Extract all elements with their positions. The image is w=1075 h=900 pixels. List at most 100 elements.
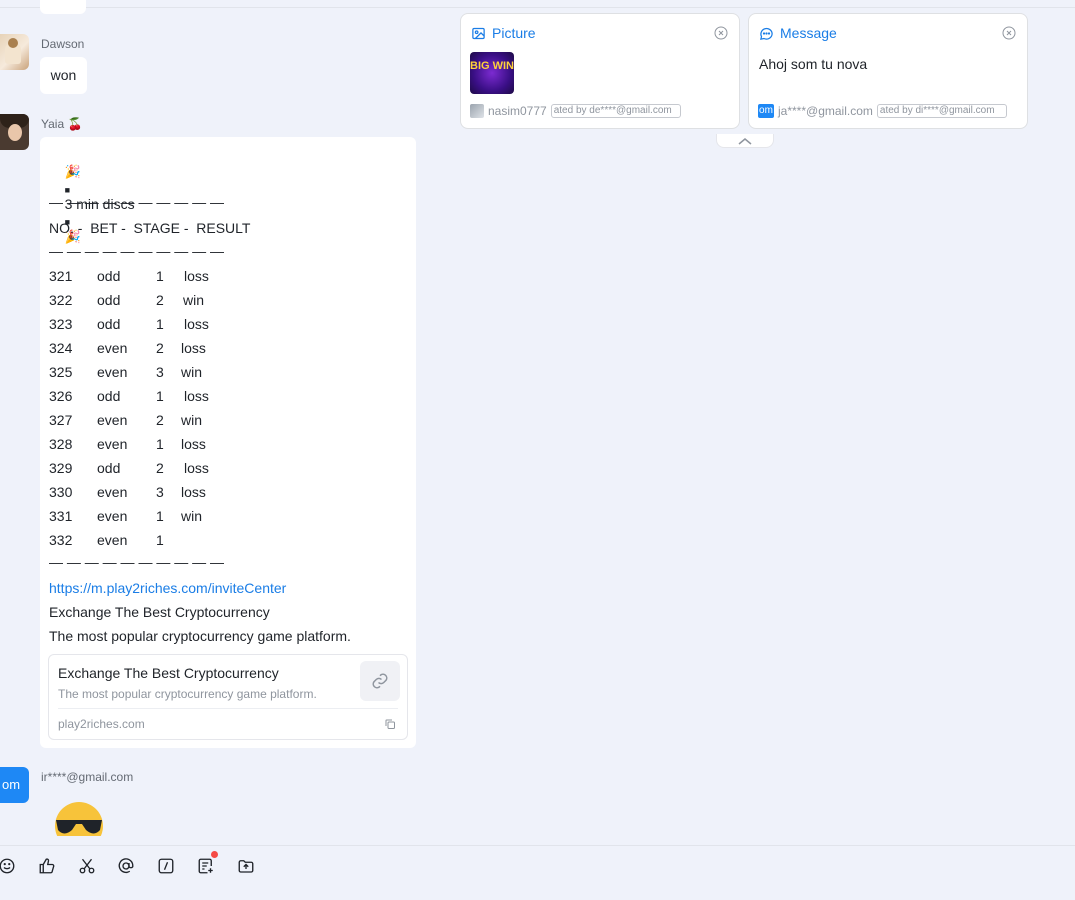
table-cell-no: 330 xyxy=(49,484,73,500)
message-text: Exchange The Best Cryptocurrency xyxy=(49,604,270,620)
upload-icon[interactable] xyxy=(236,856,256,876)
toolbar-divider xyxy=(0,845,1075,846)
sunglasses-emoji-icon xyxy=(50,800,108,836)
table-cell-bet: odd xyxy=(97,388,121,404)
link-preview-card[interactable]: Exchange The Best Cryptocurrency The mos… xyxy=(48,654,408,740)
table-cell-result: win xyxy=(183,292,205,308)
close-icon[interactable] xyxy=(713,25,729,46)
avatar[interactable] xyxy=(0,114,29,150)
message-text: won xyxy=(50,67,77,83)
link-preview-desc: The most popular cryptocurrency game pla… xyxy=(58,687,317,701)
table-header: NO. - BET - STAGE - RESULT xyxy=(49,220,251,236)
link-preview-domain: play2riches.com xyxy=(58,717,145,731)
table-cell-bet: even xyxy=(97,340,128,356)
notification-dot xyxy=(211,851,218,858)
table-cell-stage: 1 xyxy=(156,268,164,284)
table-cell-no: 321 xyxy=(49,268,73,284)
message-text: The most popular cryptocurrency game pla… xyxy=(49,628,351,644)
table-cell-no: 331 xyxy=(49,508,73,524)
avatar[interactable]: om xyxy=(0,767,29,803)
table-cell-stage: 1 xyxy=(156,436,164,452)
table-cell-result: win xyxy=(181,412,203,428)
table-cell-stage: 2 xyxy=(156,340,164,356)
author-avatar: om xyxy=(758,104,774,118)
table-cell-no: 322 xyxy=(49,292,73,308)
close-icon[interactable] xyxy=(1001,25,1017,46)
table-cell-result: loss xyxy=(184,460,209,476)
table-cell-stage: 1 xyxy=(156,508,164,524)
table-cell-no: 326 xyxy=(49,388,73,404)
copy-icon[interactable] xyxy=(384,717,396,733)
table-cell-no: 329 xyxy=(49,460,73,476)
link-preview-title: Exchange The Best Cryptocurrency xyxy=(58,665,279,681)
table-cell-no: 332 xyxy=(49,532,73,548)
table-cell-result: win xyxy=(181,364,203,380)
pinned-footer: om ja****@gmail.com ated by di****@gmail… xyxy=(758,104,1018,118)
table-cell-result: loss xyxy=(181,436,206,452)
table-cell-bet: even xyxy=(97,412,128,428)
avatar[interactable] xyxy=(0,34,29,70)
pinned-picture-card[interactable]: Picture BIG WIN nasim0777 ated by de****… xyxy=(460,13,740,129)
table-cell-result: loss xyxy=(184,268,209,284)
divider-line: — — — — — — — — — — xyxy=(49,243,225,259)
slash-command-icon[interactable] xyxy=(156,856,176,876)
table-cell-bet: odd xyxy=(97,316,121,332)
collapse-pinned-button[interactable] xyxy=(716,134,774,148)
table-cell-bet: even xyxy=(97,436,128,452)
pinned-footer: nasim0777 ated by de****@gmail.com xyxy=(470,104,730,118)
table-cell-bet: odd xyxy=(97,268,121,284)
link-icon[interactable] xyxy=(360,661,400,701)
pinned-by-tag: ated by de****@gmail.com xyxy=(550,104,681,118)
pinned-message-text: Ahoj som tu nova xyxy=(759,56,868,72)
message-bubble[interactable]: won xyxy=(40,57,87,94)
emoji-icon[interactable] xyxy=(0,856,17,876)
previous-message-bubble xyxy=(40,0,86,14)
table-cell-result: win xyxy=(181,508,203,524)
table-cell-stage: 3 xyxy=(156,484,164,500)
pinned-header: Picture xyxy=(471,25,536,41)
pinned-by-tag: ated by di****@gmail.com xyxy=(876,104,1007,118)
table-cell-result: loss xyxy=(184,388,209,404)
table-cell-stage: 1 xyxy=(156,316,164,332)
pinned-header: Message xyxy=(759,25,837,41)
table-cell-bet: even xyxy=(97,364,128,380)
table-cell-stage: 2 xyxy=(156,412,164,428)
scissors-icon[interactable] xyxy=(77,856,97,876)
table-cell-result: loss xyxy=(184,316,209,332)
table-cell-no: 325 xyxy=(49,364,73,380)
table-cell-stage: 1 xyxy=(156,532,164,548)
thumbs-up-icon[interactable] xyxy=(37,856,57,876)
table-cell-bet: even xyxy=(97,532,128,548)
chevron-up-icon xyxy=(738,137,752,145)
table-cell-result: loss xyxy=(181,484,206,500)
divider xyxy=(58,708,398,709)
pinned-message-card[interactable]: Message Ahoj som tu nova om ja****@gmail… xyxy=(748,13,1028,129)
invite-link[interactable]: https://m.play2riches.com/inviteCenter xyxy=(49,580,286,596)
table-cell-bet: even xyxy=(97,484,128,500)
message-icon xyxy=(760,27,773,40)
divider-line: — — — — — — — — — — xyxy=(49,554,225,570)
mention-icon[interactable] xyxy=(116,856,136,876)
author-name: ja****@gmail.com xyxy=(778,104,873,118)
author-name: nasim0777 xyxy=(488,104,547,118)
table-cell-no: 327 xyxy=(49,412,73,428)
sender-name[interactable]: Dawson xyxy=(41,37,84,51)
table-cell-stage: 2 xyxy=(156,292,164,308)
table-cell-result: loss xyxy=(181,340,206,356)
table-cell-no: 324 xyxy=(49,340,73,356)
table-cell-bet: odd xyxy=(97,460,121,476)
table-cell-stage: 1 xyxy=(156,388,164,404)
author-avatar xyxy=(470,104,484,118)
table-cell-bet: even xyxy=(97,508,128,524)
table-cell-stage: 3 xyxy=(156,364,164,380)
task-icon[interactable] xyxy=(196,851,218,876)
party-popper-icon: 🎉 xyxy=(64,164,81,179)
divider-line: — — — — — — — — — — xyxy=(49,194,225,210)
table-cell-no: 323 xyxy=(49,316,73,332)
table-cell-stage: 2 xyxy=(156,460,164,476)
image-icon xyxy=(472,27,485,39)
pinned-image-thumbnail[interactable]: BIG WIN xyxy=(470,52,514,94)
message-bubble[interactable]: 🎉 ■ 3 min discs ■ 🎉 — — — — — — — — — — … xyxy=(40,137,416,748)
sender-name[interactable]: Yaia 🍒 xyxy=(41,117,82,131)
sender-name[interactable]: ir****@gmail.com xyxy=(41,770,133,784)
